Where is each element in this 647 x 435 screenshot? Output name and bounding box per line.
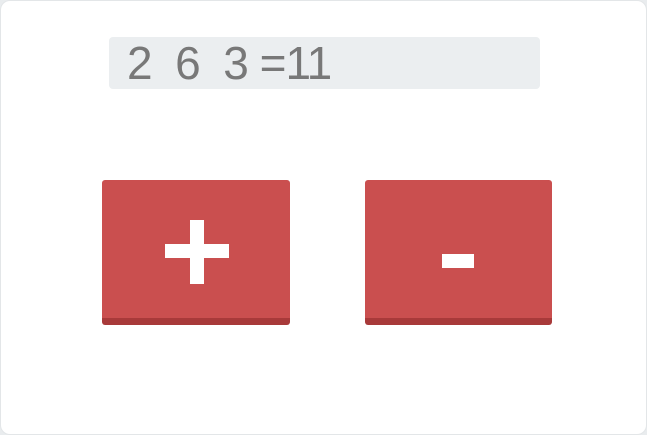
game-card: 2 6 3 =11	[0, 0, 647, 435]
minus-icon	[442, 254, 474, 268]
equation-text: 2 6 3 =11	[127, 37, 332, 89]
plus-button[interactable]	[102, 180, 290, 325]
minus-button[interactable]	[365, 180, 552, 325]
equation-display: 2 6 3 =11	[109, 37, 540, 89]
plus-icon-vertical	[190, 220, 204, 284]
